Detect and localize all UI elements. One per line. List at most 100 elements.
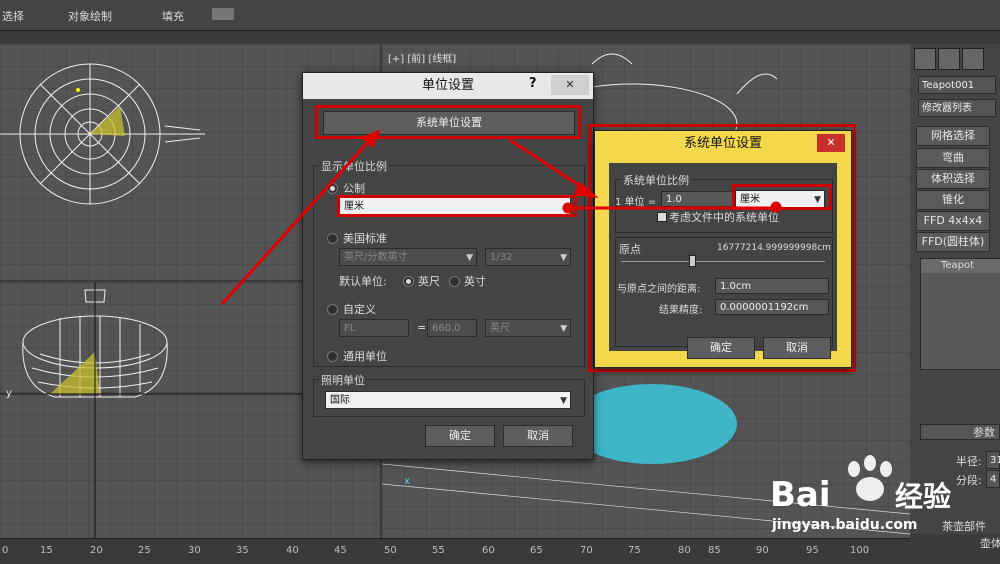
precision-field: 0.0000001192cm (715, 299, 829, 315)
unit-multiplier-field[interactable]: 1.0 (661, 191, 733, 207)
watermark-url: jingyan.baidu.com (772, 517, 918, 533)
system-scale-label: 系统单位比例 (621, 172, 691, 188)
custom-radio[interactable] (327, 304, 338, 315)
menu-fill[interactable]: 填充 (162, 8, 184, 24)
tick: 40 (286, 545, 299, 556)
origin-value: 16777214.999999998cm (717, 243, 831, 253)
tick: 30 (188, 545, 201, 556)
tick: 65 (530, 545, 543, 556)
origin-slider-track[interactable] (621, 261, 825, 262)
modifier-mesh-select-button[interactable]: 网格选择 (916, 126, 990, 146)
origin-label: 原点 (619, 243, 641, 256)
custom-value-field[interactable]: 660.0 (427, 319, 477, 337)
consider-files-label: 考虑文件中的系统单位 (669, 211, 779, 224)
us-fraction-value: 1/32 (490, 252, 513, 263)
highlight-system-units-button (315, 105, 581, 139)
modifier-vol-select-button[interactable]: 体积选择 (916, 169, 990, 189)
default-units-label: 默认单位: (339, 275, 387, 288)
tick: 20 (90, 545, 103, 556)
chevron-down-icon: ▼ (560, 324, 567, 334)
units-cancel-button[interactable]: 取消 (503, 425, 573, 447)
modify-tab-icon[interactable] (938, 48, 960, 70)
menu-select[interactable]: 选择 (2, 8, 24, 24)
object-name-field[interactable]: Teapot001 (918, 76, 996, 94)
consider-files-checkbox[interactable] (657, 212, 667, 222)
tick: 75 (628, 545, 641, 556)
generic-units-radio[interactable] (327, 351, 338, 362)
metric-radio[interactable] (327, 183, 338, 194)
precision-label: 结果精度: (659, 305, 703, 316)
chevron-down-icon: ▼ (560, 396, 567, 406)
chevron-down-icon: ▼ (466, 253, 473, 263)
modifier-taper-button[interactable]: 锥化 (916, 190, 990, 210)
tick: 25 (138, 545, 151, 556)
axis-x-label: x (404, 476, 410, 487)
tick: 45 (334, 545, 347, 556)
system-dialog-titlebar: 系统单位设置 (595, 131, 851, 157)
system-unit-setup-dialog: 系统单位设置 ✕ 系统单位比例 1 单位 = 1.0 厘米 ▼ 考虑文件中的系统单… (594, 130, 852, 368)
system-dialog-title: 系统单位设置 (683, 136, 762, 151)
units-close-button[interactable]: ✕ (551, 75, 589, 95)
highlight-unit-type-dropdown (732, 184, 832, 210)
units-dialog-titlebar: 单位设置 (303, 73, 593, 99)
metric-label: 公制 (343, 182, 365, 195)
us-standard-label: 美国标准 (343, 232, 387, 245)
tick: 70 (580, 545, 593, 556)
units-dialog-title: 单位设置 (421, 78, 474, 93)
params-rollout-title[interactable]: 参数 (920, 424, 1000, 440)
modifier-ffd-cyl-button[interactable]: FFD(圆柱体) (916, 232, 990, 252)
modifier-list-dropdown[interactable]: 修改器列表 (918, 99, 996, 117)
us-units-value: 英尺/分数英寸 (344, 252, 408, 263)
top-toolbar: 选择 对象绘制 填充 (0, 0, 1000, 31)
distance-label: 与原点之间的距离: (617, 284, 701, 295)
distance-field[interactable]: 1.0cm (715, 278, 829, 294)
origin-slider-thumb[interactable] (689, 255, 696, 267)
us-standard-radio[interactable] (327, 233, 338, 244)
feet-label: 英尺 (418, 275, 440, 288)
feet-radio[interactable] (403, 276, 414, 287)
system-ok-button[interactable]: 确定 (687, 337, 755, 359)
us-fraction-dropdown[interactable]: 1/32 ▼ (485, 248, 571, 266)
custom-name-field[interactable]: FL (339, 319, 409, 337)
system-close-button[interactable]: ✕ (817, 134, 845, 152)
unit-equals-label: 1 单位 = (615, 197, 657, 208)
watermark-brand: Bai (770, 475, 831, 515)
tick: 90 (756, 545, 769, 556)
us-units-dropdown[interactable]: 英尺/分数英寸 ▼ (339, 248, 477, 266)
help-button[interactable]: ? (529, 76, 537, 91)
modifier-stack[interactable]: Teapot (920, 258, 1000, 370)
custom-equals: = (417, 321, 427, 334)
watermark-brand-cn: 经验 (895, 480, 952, 513)
paw-icon (848, 455, 892, 501)
modifier-ffd444-button[interactable]: FFD 4x4x4 (916, 211, 990, 231)
tick: 60 (482, 545, 495, 556)
baidu-watermark: Bai 经验 jingyan.baidu.com (770, 455, 995, 545)
system-cancel-button[interactable]: 取消 (763, 337, 831, 359)
lighting-units-label: 照明单位 (319, 372, 367, 388)
custom-label: 自定义 (343, 303, 376, 316)
lighting-units-value: 国际 (330, 395, 350, 406)
stack-item-teapot[interactable]: Teapot (921, 259, 1000, 273)
units-setup-dialog: 单位设置 ? ✕ 系统单位设置 显示单位比例 公制 厘米 美国标准 英尺/分数英… (302, 72, 594, 460)
menu-object-paint[interactable]: 对象绘制 (68, 8, 112, 24)
inches-label: 英寸 (464, 275, 486, 288)
inches-radio[interactable] (449, 276, 460, 287)
modifier-bend-button[interactable]: 弯曲 (916, 148, 990, 168)
tick: 50 (384, 545, 397, 556)
custom-unit-dropdown[interactable]: 英尺 ▼ (485, 319, 571, 337)
tick: 0 (2, 545, 9, 556)
tick: 35 (236, 545, 249, 556)
generic-units-label: 通用单位 (343, 350, 387, 363)
highlight-metric-dropdown (337, 195, 577, 217)
tick: 80 (678, 545, 691, 556)
tick: 55 (432, 545, 445, 556)
axis-y-label: y (6, 388, 12, 399)
tick: 95 (806, 545, 819, 556)
display-scale-label: 显示单位比例 (319, 158, 389, 174)
tick: 85 (708, 545, 721, 556)
units-ok-button[interactable]: 确定 (425, 425, 495, 447)
lighting-units-dropdown[interactable]: 国际 ▼ (325, 391, 571, 409)
hierarchy-tab-icon[interactable] (962, 48, 984, 70)
fill-dropdown-icon[interactable] (212, 8, 234, 20)
create-tab-icon[interactable] (914, 48, 936, 70)
